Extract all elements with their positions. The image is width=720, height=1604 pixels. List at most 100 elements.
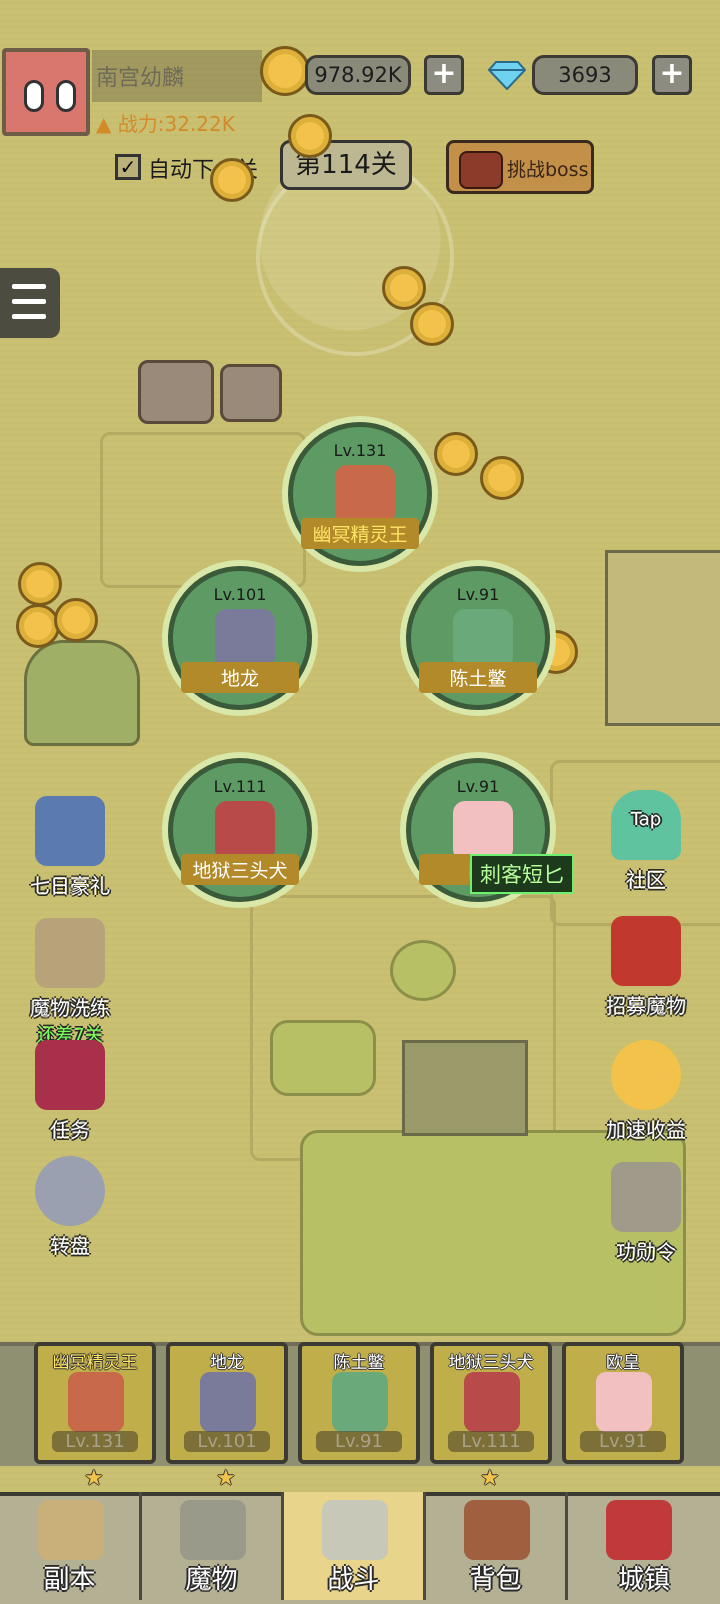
roster-card-portrait — [332, 1372, 388, 1432]
roster-card-level: Lv.91 — [316, 1431, 402, 1452]
combat-power-value: 战力:32.22K — [117, 112, 235, 136]
avatar-eye — [56, 80, 76, 112]
coin-icon — [480, 456, 524, 500]
add-gold-button[interactable]: + — [424, 55, 464, 95]
merit-order-button[interactable]: 功勋令 — [586, 1162, 706, 1265]
hero-slot-4[interactable]: Lv.111 地狱三头犬 — [168, 758, 312, 902]
coin-icon — [18, 562, 62, 606]
diamond-icon — [488, 61, 526, 90]
coin-icon — [16, 604, 60, 648]
roster-card-name: 陈土鳖 — [333, 1353, 385, 1373]
tab-battle[interactable]: 战斗 — [284, 1492, 426, 1600]
hero-level: Lv.131 — [333, 441, 387, 460]
player-name: 南宫幼麟 — [96, 66, 185, 91]
roster-card-portrait — [200, 1372, 256, 1432]
speed-up-earnings-button[interactable]: 加速收益 — [586, 1040, 706, 1143]
helmet-icon — [180, 1500, 246, 1560]
scroll-icon — [35, 918, 105, 988]
roster-card-1[interactable]: 幽冥精灵王 Lv.131 — [34, 1342, 156, 1464]
star-icon: ★ — [84, 1466, 104, 1491]
coin-icon — [434, 432, 478, 476]
hero-portrait — [335, 465, 395, 525]
cactus-monster — [24, 640, 140, 746]
recruit-monster-label: 招募魔物 — [606, 994, 686, 1018]
community-label: 社区 — [626, 868, 666, 892]
gold-amount: 978.92K — [305, 55, 411, 95]
rock — [138, 360, 214, 424]
star-icon: ★ — [216, 1466, 236, 1491]
roster-card-name: 幽冥精灵王 — [52, 1353, 138, 1373]
coin-icon — [382, 266, 426, 310]
banner-icon — [611, 916, 681, 986]
tab-label: 城镇 — [617, 1565, 670, 1595]
tasks-label: 任务 — [50, 1118, 90, 1142]
hero-portrait — [453, 801, 513, 861]
crossed-swords-icon — [322, 1500, 388, 1560]
star-icon: ★ — [480, 1466, 500, 1491]
roster-card-name: 欧皇 — [606, 1353, 640, 1373]
roster-card-level: Lv.91 — [580, 1431, 666, 1452]
helmet-icon — [611, 1162, 681, 1232]
combat-power: ▲ 战力:32.22K — [96, 112, 235, 136]
monster-refine-label: 魔物洗练 — [30, 996, 110, 1020]
roster-card-5[interactable]: 欧皇 Lv.91 — [562, 1342, 684, 1464]
hero-slot-2[interactable]: Lv.101 地龙 — [168, 566, 312, 710]
tap-cloud-icon: Tap — [611, 790, 681, 860]
coin-arrow-icon — [611, 1040, 681, 1110]
roster-card-portrait — [68, 1372, 124, 1432]
hero-portrait — [215, 609, 275, 669]
wheel-button[interactable]: 转盘 — [10, 1156, 130, 1259]
map-path — [100, 432, 306, 588]
coin-icon — [410, 302, 454, 346]
monster-refine-button[interactable]: 魔物洗练 还差7关 — [10, 918, 130, 1047]
roster-card-3[interactable]: 陈土鳖 Lv.91 — [298, 1342, 420, 1464]
hero-name: 陈土鳖 — [419, 662, 537, 693]
shop-icon — [606, 1500, 672, 1560]
roster-card-2[interactable]: 地龙 Lv.101 — [166, 1342, 288, 1464]
hero-level: Lv.111 — [213, 777, 267, 796]
stone-building — [605, 550, 720, 726]
seven-day-gift-label: 七日豪礼 — [30, 874, 110, 898]
tab-town[interactable]: 城镇 — [568, 1492, 720, 1600]
challenge-boss-button[interactable]: 挑战boss — [446, 140, 594, 194]
bush — [390, 940, 456, 1001]
gem-amount: 3693 — [532, 55, 638, 95]
tasks-button[interactable]: 任务 — [10, 1040, 130, 1143]
menu-button[interactable] — [0, 268, 60, 338]
add-gems-button[interactable]: + — [652, 55, 692, 95]
boss-icon — [459, 151, 503, 189]
auto-next-checkbox[interactable]: ✓ — [115, 154, 141, 180]
tab-dungeon[interactable]: 副本 — [0, 1492, 142, 1600]
coin-icon — [54, 598, 98, 642]
rock — [220, 364, 282, 422]
hero-name: 地狱三头犬 — [181, 854, 299, 885]
hero-portrait — [215, 801, 275, 861]
roster-card-4[interactable]: 地狱三头犬 Lv.111 — [430, 1342, 552, 1464]
book-icon — [35, 1040, 105, 1110]
roulette-icon — [35, 1156, 105, 1226]
tab-label: 战斗 — [327, 1565, 380, 1595]
player-avatar[interactable] — [2, 48, 90, 136]
roster-card-name: 地龙 — [210, 1353, 244, 1373]
tab-monsters[interactable]: 魔物 — [142, 1492, 284, 1600]
community-button[interactable]: Tap 社区 — [586, 790, 706, 893]
wheel-label: 转盘 — [50, 1234, 90, 1258]
tab-bag[interactable]: 背包 — [426, 1492, 568, 1600]
hero-level: Lv.91 — [456, 585, 500, 604]
seven-day-gift-button[interactable]: 七日豪礼 — [10, 796, 130, 899]
hero-level: Lv.91 — [456, 777, 500, 796]
hero-slot-3[interactable]: Lv.91 陈土鳖 — [406, 566, 550, 710]
roster-card-level: Lv.101 — [184, 1431, 270, 1452]
knight-helmet-icon — [35, 796, 105, 866]
tab-label: 魔物 — [185, 1565, 238, 1595]
menu-icon-line — [12, 299, 46, 304]
roster-card-portrait — [464, 1372, 520, 1432]
hero-level: Lv.101 — [213, 585, 267, 604]
hero-slot-1[interactable]: Lv.131 幽冥精灵王 — [288, 422, 432, 566]
backpack-icon — [464, 1500, 530, 1560]
roster-card-portrait — [596, 1372, 652, 1432]
gold-coin-icon — [260, 46, 310, 96]
avatar-eye — [24, 80, 44, 112]
roster-card-level: Lv.111 — [448, 1431, 534, 1452]
recruit-monster-button[interactable]: 招募魔物 — [586, 916, 706, 1019]
